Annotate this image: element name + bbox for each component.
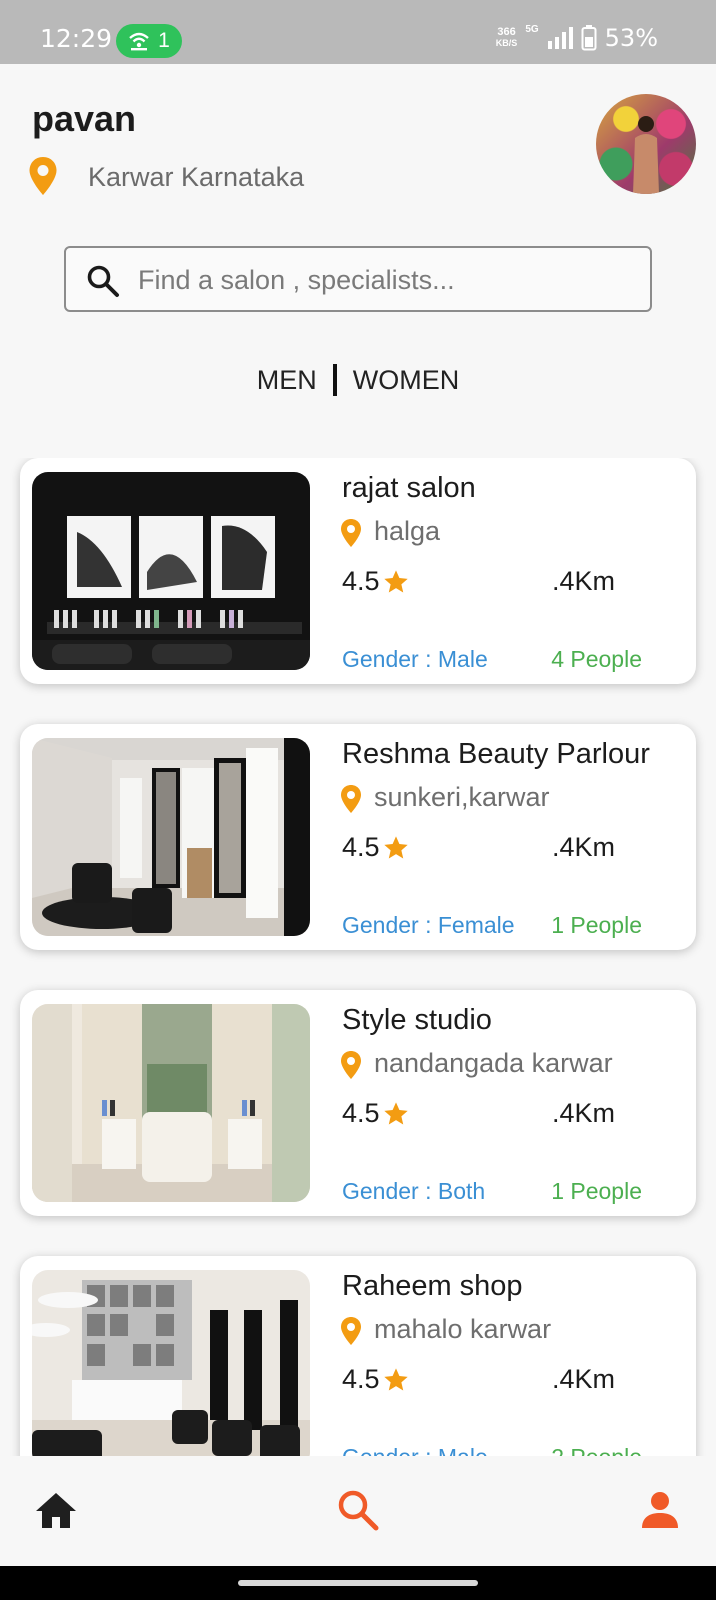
hotspot-count: 1 <box>158 29 170 52</box>
search-bar[interactable] <box>64 246 652 312</box>
status-bar: 12:29 1 366 KB/S 5G 53% <box>0 0 716 64</box>
salon-location: nandangada karwar <box>374 1048 613 1078</box>
user-location: Karwar Karnataka <box>88 162 305 192</box>
salon-people: 1 People <box>551 912 642 938</box>
men-option[interactable]: MEN <box>257 365 317 396</box>
salon-name: rajat salon <box>342 472 476 504</box>
salon-name: Style studio <box>342 1004 492 1036</box>
search-icon <box>87 265 119 297</box>
star-icon <box>383 1101 408 1124</box>
salon-image <box>32 1004 310 1202</box>
salon-distance: .4Km <box>552 832 616 862</box>
star-icon <box>383 1367 408 1390</box>
star-icon <box>383 835 408 858</box>
salon-distance: .4Km <box>552 1098 616 1128</box>
gender-toggle: MEN WOMEN <box>0 364 716 396</box>
hotspot-indicator: 1 <box>116 24 182 58</box>
hotspot-icon <box>129 32 149 51</box>
women-option[interactable]: WOMEN <box>353 365 459 396</box>
network-type: 5G <box>525 24 539 35</box>
salon-image <box>32 738 310 936</box>
salon-rating: 4.5 <box>342 566 410 597</box>
salon-card[interactable]: Style studio nandangada karwar 4.5 .4Km … <box>20 990 696 1216</box>
salon-people: 4 People <box>551 646 642 672</box>
bottom-nav <box>0 1456 716 1566</box>
search-input[interactable] <box>138 256 638 304</box>
salon-gender: Gender : Male <box>342 646 488 672</box>
salon-rating: 4.5 <box>342 832 410 863</box>
salon-distance: .4Km <box>552 566 616 596</box>
home-gesture-bar[interactable] <box>238 1580 478 1586</box>
salon-list[interactable]: rajat salon halga 4.5 .4Km Gender : Male… <box>0 458 716 1456</box>
status-right: 366 KB/S 5G 53% <box>496 24 658 52</box>
star-icon <box>383 569 408 592</box>
salon-people: 2 People <box>551 1444 642 1456</box>
network-speed: 366 KB/S <box>495 26 518 49</box>
salon-location: mahalo karwar <box>374 1314 552 1344</box>
location-pin-icon <box>29 157 57 195</box>
salon-gender: Gender : Male <box>342 1444 488 1456</box>
salon-image <box>32 472 310 670</box>
location-pin-icon <box>341 1051 361 1079</box>
avatar[interactable] <box>596 94 696 194</box>
avatar-person <box>633 116 659 194</box>
person-icon[interactable] <box>636 1486 684 1534</box>
salon-location: halga <box>374 516 441 546</box>
toggle-divider <box>332 364 337 396</box>
salon-distance: .4Km <box>552 1364 616 1394</box>
gesture-area <box>0 1566 716 1600</box>
battery-percent: 53% <box>604 24 658 52</box>
status-time: 12:29 <box>40 24 113 53</box>
salon-card[interactable]: Reshma Beauty Parlour sunkeri,karwar 4.5… <box>20 724 696 950</box>
salon-image <box>32 1270 310 1456</box>
salon-card[interactable]: Raheem shop mahalo karwar 4.5 .4Km Gende… <box>20 1256 696 1456</box>
salon-people: 1 People <box>551 1178 642 1204</box>
salon-gender: Gender : Both <box>342 1178 486 1204</box>
salon-rating: 4.5 <box>342 1098 410 1129</box>
search-icon[interactable] <box>334 1486 382 1534</box>
home-icon[interactable] <box>32 1486 80 1534</box>
user-name: pavan <box>32 98 137 139</box>
salon-gender: Gender : Female <box>342 912 515 938</box>
signal-icon <box>547 27 573 49</box>
location-pin-icon <box>341 519 361 547</box>
salon-rating: 4.5 <box>342 1364 410 1395</box>
salon-name: Reshma Beauty Parlour <box>342 738 650 770</box>
salon-location: sunkeri,karwar <box>374 782 550 812</box>
salon-name: Raheem shop <box>342 1270 523 1302</box>
battery-icon <box>581 25 597 51</box>
location-pin-icon <box>341 1317 361 1345</box>
location-pin-icon <box>341 785 361 813</box>
salon-card[interactable]: rajat salon halga 4.5 .4Km Gender : Male… <box>20 458 696 684</box>
